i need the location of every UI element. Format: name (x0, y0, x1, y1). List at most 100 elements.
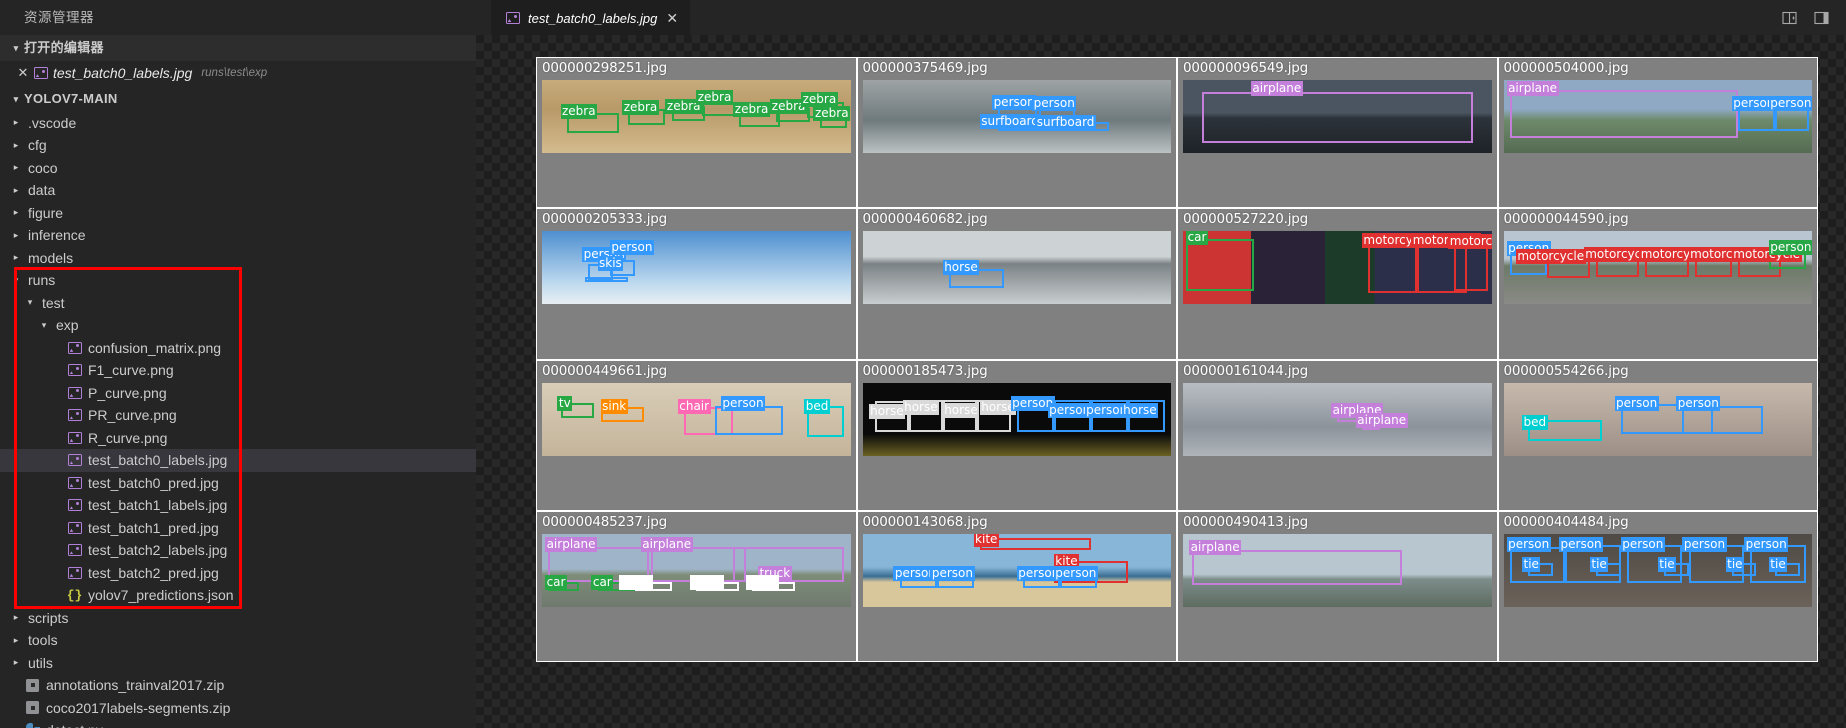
tree-item-models[interactable]: models (0, 247, 476, 270)
tree-item-tools[interactable]: tools (0, 629, 476, 652)
tree-item-scripts[interactable]: scripts (0, 607, 476, 630)
tree-item-coco2017labels-segments-zip[interactable]: coco2017labels-segments.zip (0, 697, 476, 720)
detection-label: person (609, 240, 654, 255)
tab-test-batch0-labels[interactable]: test_batch0_labels.jpg ✕ (491, 0, 691, 35)
close-icon[interactable]: ✕ (14, 65, 32, 81)
detection-label: horse (902, 400, 940, 416)
json-file-icon: {} (66, 587, 83, 603)
tree-item-label: R_curve.png (88, 429, 168, 446)
split-editor-icon[interactable] (1781, 10, 1798, 26)
tree-item-test-batch2-labels-jpg[interactable]: test_batch2_labels.jpg (0, 539, 476, 562)
detection-label: zebra (696, 90, 733, 106)
tree-item-test-batch0-labels-jpg[interactable]: test_batch0_labels.jpg (0, 449, 476, 472)
chevron-down-icon (8, 272, 24, 288)
tile-filename: 000000460682.jpg (862, 211, 988, 228)
detection-box (1509, 90, 1738, 139)
detection-label: tie (1725, 557, 1745, 573)
image-preview-canvas[interactable]: 000000298251.jpg zebra zebra zebra zebra zebr… (476, 35, 1846, 728)
mosaic-tile: 000000375469.jpg person person surfboard sur… (856, 57, 1177, 209)
detection-label: airplane (1189, 539, 1242, 555)
tree-item-test[interactable]: test (0, 292, 476, 315)
chevron-right-icon (8, 182, 24, 198)
tile-photo: person person person person person tie tie tie t… (1503, 533, 1812, 607)
mosaic-tile: 000000096549.jpg airplane (1177, 57, 1498, 209)
tree-item-coco[interactable]: coco (0, 157, 476, 180)
tree-item-data[interactable]: data (0, 179, 476, 202)
chevron-right-icon (8, 137, 24, 153)
image-file-icon (66, 429, 83, 446)
tree-item-label: annotations_trainval2017.zip (46, 677, 225, 694)
tree-item-figure[interactable]: figure (0, 202, 476, 225)
tile-filename: 000000205333.jpg (542, 211, 668, 228)
mosaic-tile: 000000490413.jpg airplane (1177, 510, 1498, 662)
chevron-right-icon (8, 160, 24, 176)
detection-label: truck (745, 574, 780, 590)
project-section-header[interactable]: YOLOV7-MAIN (0, 85, 476, 112)
tile-filename: 000000554266.jpg (1503, 362, 1629, 379)
python-file-icon (24, 722, 41, 728)
tile-filename: 000000143068.jpg (862, 513, 988, 530)
close-icon[interactable]: ✕ (666, 10, 678, 27)
tile-photo: personmotorcyclemotorcyclemotorcyclemoto… (1503, 231, 1812, 305)
detection-box (585, 276, 629, 283)
open-editors-label: 打开的编辑器 (24, 40, 104, 55)
detection-label: horse (942, 260, 980, 276)
detection-label: person (1053, 565, 1098, 581)
tree-item--vscode[interactable]: .vscode (0, 112, 476, 135)
open-editors-section-header[interactable]: 打开的编辑器 (0, 35, 476, 61)
toggle-panel-icon[interactable] (1813, 10, 1830, 26)
zip-file-icon (24, 699, 41, 716)
tile-photo: horse (862, 231, 1171, 305)
tree-item-runs[interactable]: runs (0, 269, 476, 292)
tile-filename: 000000161044.jpg (1183, 362, 1309, 379)
chevron-right-icon (8, 655, 24, 671)
tree-item-p-curve-png[interactable]: P_curve.png (0, 382, 476, 405)
tile-photo: tv sink chair person bed (542, 382, 851, 456)
tile-filename: 000000527220.jpg (1183, 211, 1309, 228)
tree-item-test-batch0-pred-jpg[interactable]: test_batch0_pred.jpg (0, 472, 476, 495)
open-editor-item[interactable]: ✕ test_batch0_labels.jpg runs\test\exp (0, 61, 476, 86)
detection-label: airplane (1355, 413, 1408, 429)
tree-item-cfg[interactable]: cfg (0, 134, 476, 157)
detection-label: car (591, 574, 614, 590)
detection-label: airplane (1250, 81, 1303, 97)
tile-photo: kite kite person person person person (862, 533, 1171, 607)
tile-photo: carmotorcyclemotorcyclemotorcycle (1183, 231, 1492, 305)
tree-item-inference[interactable]: inference (0, 224, 476, 247)
detection-label: airplane (1506, 81, 1559, 97)
detection-label: person (1620, 536, 1665, 552)
tree-item-f1-curve-png[interactable]: F1_curve.png (0, 359, 476, 382)
tab-label: test_batch0_labels.jpg (528, 10, 658, 26)
tree-item-test-batch1-pred-jpg[interactable]: test_batch1_pred.jpg (0, 517, 476, 540)
mosaic-tile: 000000161044.jpg airplane airplane (1177, 359, 1498, 511)
tree-item-label: confusion_matrix.png (88, 339, 222, 356)
editor-tabbar: test_batch0_labels.jpg ✕ (476, 0, 1846, 35)
tree-item-label: data (28, 182, 56, 199)
detection-box (1454, 242, 1489, 292)
tree-item-detect-py[interactable]: detect.py (0, 719, 476, 728)
tree-item-utils[interactable]: utils (0, 652, 476, 675)
detection-label: person (1744, 536, 1789, 552)
tree-item-annotations-trainval2017-zip[interactable]: annotations_trainval2017.zip (0, 674, 476, 697)
tile-filename: 000000485237.jpg (542, 513, 668, 530)
detection-box (1368, 241, 1418, 293)
tree-item-yolov7-predictions-json[interactable]: {} yolov7_predictions.json (0, 584, 476, 607)
tree-item-label: yolov7_predictions.json (88, 587, 234, 604)
tree-item-r-curve-png[interactable]: R_curve.png (0, 427, 476, 450)
detection-label: person (1559, 536, 1604, 552)
image-file-icon (66, 362, 83, 379)
tree-item-label: figure (28, 204, 64, 221)
tree-item-confusion-matrix-png[interactable]: confusion_matrix.png (0, 337, 476, 360)
tree-item-test-batch1-labels-jpg[interactable]: test_batch1_labels.jpg (0, 494, 476, 517)
detection-mosaic-image: 000000298251.jpg zebra zebra zebra zebra zebr… (536, 57, 1818, 662)
tree-item-test-batch2-pred-jpg[interactable]: test_batch2_pred.jpg (0, 562, 476, 585)
image-file-icon (66, 564, 83, 581)
mosaic-tile: 000000185473.jpg horse horse horse horse pers… (856, 359, 1177, 511)
tree-item-exp[interactable]: exp (0, 314, 476, 337)
tree-item-pr-curve-png[interactable]: PR_curve.png (0, 404, 476, 427)
detection-label: skis (597, 256, 624, 272)
detection-label: person (1768, 96, 1812, 112)
